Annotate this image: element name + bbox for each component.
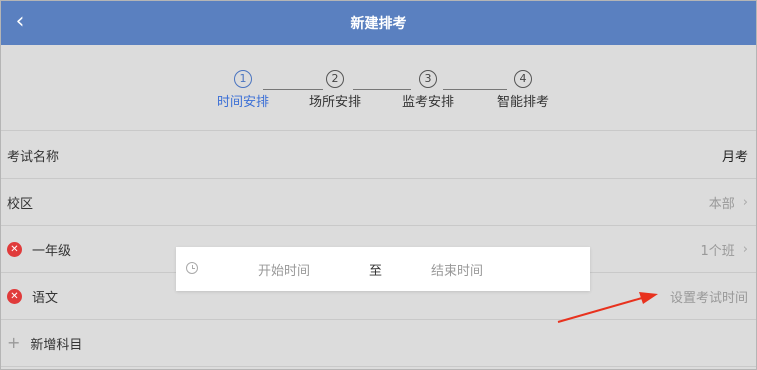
app-frame: ‹ 新建排考 1 时间安排 2 场所安排 3 监考安排 4 智能排考 考试名称 … — [0, 0, 757, 370]
annotation-arrow-icon — [557, 292, 658, 323]
